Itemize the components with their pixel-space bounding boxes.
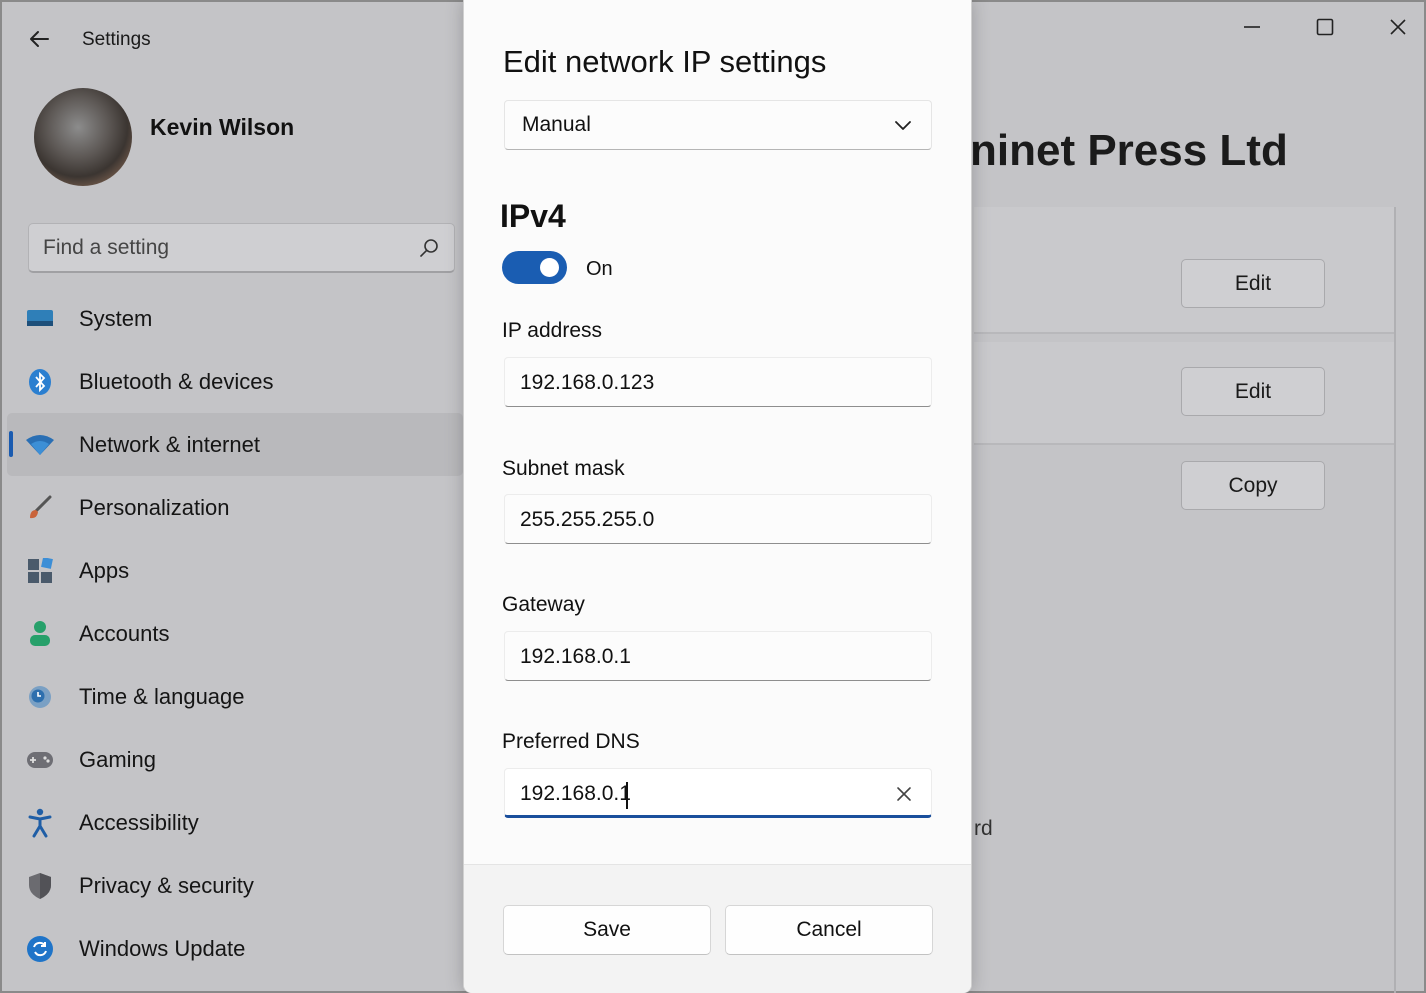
search-input[interactable]	[43, 234, 403, 262]
bluetooth-icon	[25, 367, 55, 397]
edit-ip-dialog: Edit network IP settings Manual IPv4 On …	[463, 0, 972, 993]
apps-icon	[25, 556, 55, 586]
clear-icon[interactable]	[895, 785, 913, 803]
shield-icon	[25, 871, 55, 901]
sidebar-item-time-language[interactable]: Time & language	[7, 665, 463, 728]
minimize-icon	[1244, 26, 1260, 28]
save-button[interactable]: Save	[503, 905, 711, 955]
toggle-knob	[540, 258, 559, 277]
person-icon	[25, 619, 55, 649]
subnet-mask-input[interactable]	[520, 506, 880, 534]
back-arrow-icon	[30, 31, 49, 47]
copy-button[interactable]: Copy	[1181, 461, 1325, 510]
chevron-down-icon	[895, 121, 911, 130]
dialog-footer: Save Cancel	[464, 864, 971, 993]
subnet-mask-field[interactable]	[504, 494, 932, 544]
sidebar-item-accounts[interactable]: Accounts	[7, 602, 463, 665]
sidebar-item-system[interactable]: System	[7, 287, 463, 350]
sidebar-nav: System Bluetooth & devices Network & int…	[7, 287, 463, 980]
app-title: Settings	[82, 29, 151, 50]
sidebar-item-privacy-security[interactable]: Privacy & security	[7, 854, 463, 917]
edit-button[interactable]: Edit	[1181, 259, 1325, 308]
ip-mode-dropdown[interactable]: Manual	[504, 100, 932, 150]
dialog-title: Edit network IP settings	[503, 44, 827, 79]
paintbrush-icon	[25, 493, 55, 523]
back-button[interactable]	[24, 24, 54, 54]
update-icon	[25, 934, 55, 964]
sidebar-item-apps[interactable]: Apps	[7, 539, 463, 602]
preferred-dns-label: Preferred DNS	[502, 730, 640, 753]
sidebar-item-bluetooth[interactable]: Bluetooth & devices	[7, 350, 463, 413]
sidebar-item-personalization[interactable]: Personalization	[7, 476, 463, 539]
close-window-button[interactable]	[1378, 10, 1418, 44]
edit-button[interactable]: Edit	[1181, 367, 1325, 416]
ipv4-toggle[interactable]	[502, 251, 567, 284]
search-icon	[420, 239, 438, 257]
gateway-label: Gateway	[502, 593, 585, 616]
page-title: ninet Press Ltd	[970, 126, 1288, 175]
avatar	[34, 88, 132, 186]
preferred-dns-field[interactable]	[504, 768, 932, 818]
dropdown-selected-value: Manual	[522, 113, 591, 136]
gateway-input[interactable]	[520, 643, 880, 671]
background-text: rd	[974, 817, 993, 840]
sidebar-item-gaming[interactable]: Gaming	[7, 728, 463, 791]
subnet-mask-label: Subnet mask	[502, 457, 625, 480]
globe-clock-icon	[25, 682, 55, 712]
toggle-state-label: On	[586, 258, 613, 280]
wifi-icon	[25, 430, 55, 460]
active-indicator	[9, 431, 13, 457]
gateway-field[interactable]	[504, 631, 932, 681]
sidebar-item-network[interactable]: Network & internet	[7, 413, 463, 476]
minimize-button[interactable]	[1232, 10, 1272, 44]
card-border	[1394, 207, 1396, 993]
sidebar-item-windows-update[interactable]: Windows Update	[7, 917, 463, 980]
user-name: Kevin Wilson	[150, 114, 295, 140]
gamepad-icon	[25, 745, 55, 775]
monitor-icon	[25, 304, 55, 334]
cancel-button[interactable]: Cancel	[725, 905, 933, 955]
ip-address-input[interactable]	[520, 369, 880, 397]
maximize-icon	[1316, 18, 1334, 36]
ipv4-heading: IPv4	[500, 198, 566, 234]
close-icon	[1390, 19, 1406, 35]
accessibility-icon	[25, 808, 55, 838]
preferred-dns-input[interactable]	[520, 780, 880, 808]
ip-address-field[interactable]	[504, 357, 932, 407]
ip-address-label: IP address	[502, 319, 603, 342]
search-box[interactable]	[28, 223, 455, 273]
sidebar-item-accessibility[interactable]: Accessibility	[7, 791, 463, 854]
maximize-button[interactable]	[1305, 10, 1345, 44]
text-caret	[626, 782, 628, 809]
